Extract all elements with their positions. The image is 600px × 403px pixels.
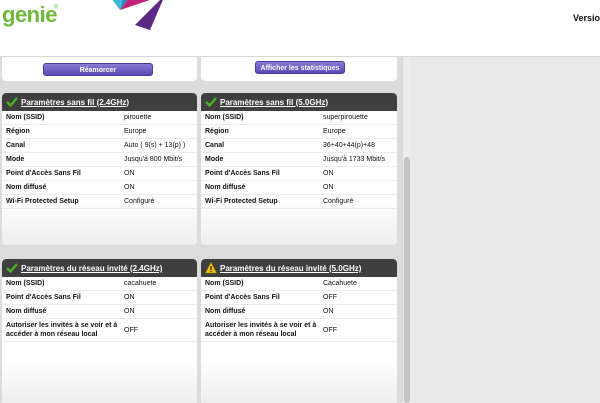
row-value: cacahuete bbox=[124, 280, 157, 287]
row-label: Point d'Accès Sans Fil bbox=[6, 294, 81, 301]
check-icon bbox=[205, 97, 217, 108]
wifi-24-card: Paramètres sans fil (2.4GHz) Nom (SSID) p… bbox=[2, 93, 197, 245]
row-value: superpirouette bbox=[323, 114, 368, 121]
row-label: Nom (SSID) bbox=[6, 280, 45, 287]
row-label: Région bbox=[6, 128, 30, 135]
row-label: Canal bbox=[205, 142, 225, 149]
table-row: Autoriser les invités à se voir et à acc… bbox=[2, 319, 197, 342]
row-label: Point d'Accès Sans Fil bbox=[205, 294, 280, 301]
row-value: Configuré bbox=[323, 198, 354, 205]
table-row: Canal 36+40+44(p)+48 bbox=[201, 139, 397, 153]
row-value: Jusqu'à 800 Mbit/s bbox=[124, 156, 183, 163]
guest-50-title[interactable]: Paramètres du réseau invité (5.0GHz) bbox=[220, 264, 361, 273]
row-value: OFF bbox=[323, 327, 337, 334]
row-label: Nom diffusé bbox=[205, 184, 246, 191]
rearm-button[interactable]: Réamorcer bbox=[43, 63, 153, 76]
row-value: 36+40+44(p)+48 bbox=[323, 142, 375, 149]
table-row: Point d'Accès Sans Fil ON bbox=[2, 167, 197, 181]
row-label: Mode bbox=[6, 156, 25, 163]
wifi-24-title[interactable]: Paramètres sans fil (2.4GHz) bbox=[21, 98, 129, 107]
row-value: OFF bbox=[124, 327, 138, 334]
wifi-50-card-header: Paramètres sans fil (5.0GHz) bbox=[201, 93, 397, 111]
row-value: ON bbox=[323, 308, 334, 315]
table-row: Région Europe bbox=[2, 125, 197, 139]
row-value: Jusqu'à 1733 Mbit/s bbox=[323, 156, 386, 163]
row-label: Wi-Fi Protected Setup bbox=[205, 198, 278, 205]
row-value: Europe bbox=[323, 128, 346, 135]
table-row: Nom diffusé ON bbox=[201, 181, 397, 195]
row-label: Autoriser les invités à se voir et à acc… bbox=[205, 322, 317, 338]
top-header: genie ® Versio bbox=[0, 0, 600, 57]
row-value: ON bbox=[124, 184, 135, 191]
row-value: ON bbox=[124, 170, 135, 177]
table-row: Nom (SSID) cacahuete bbox=[2, 277, 197, 291]
row-value: ON bbox=[124, 294, 135, 301]
table-row: Point d'Accès Sans Fil ON bbox=[201, 167, 397, 181]
table-row: Région Europe bbox=[201, 125, 397, 139]
scrollbar-thumb[interactable] bbox=[404, 157, 410, 403]
row-label: Nom (SSID) bbox=[205, 280, 244, 287]
row-label: Nom (SSID) bbox=[205, 114, 244, 121]
wifi-50-title[interactable]: Paramètres sans fil (5.0GHz) bbox=[220, 98, 328, 107]
row-label: Autoriser les invités à se voir et à acc… bbox=[6, 322, 118, 338]
right-empty-area bbox=[410, 57, 600, 403]
vertical-scrollbar[interactable] bbox=[402, 57, 410, 403]
logo-shapes-icon bbox=[112, 0, 163, 30]
show-stats-button[interactable]: Afficher les statistiques bbox=[255, 61, 345, 74]
row-value: Configuré bbox=[124, 198, 155, 205]
logo-registered-mark: ® bbox=[54, 5, 59, 11]
warning-icon bbox=[205, 262, 217, 274]
guest-24-card-header: Paramètres du réseau invité (2.4GHz) bbox=[2, 259, 197, 277]
row-label: Mode bbox=[205, 156, 224, 163]
guest-50-card: Paramètres du réseau invité (5.0GHz) Nom… bbox=[201, 259, 397, 403]
check-icon bbox=[6, 97, 18, 108]
genie-logo: genie bbox=[2, 2, 57, 27]
table-row: Autoriser les invités à se voir et à acc… bbox=[201, 319, 397, 342]
row-value: ON bbox=[323, 170, 334, 177]
row-value: pirouette bbox=[124, 114, 152, 121]
top-box-right: Afficher les statistiques bbox=[201, 57, 397, 81]
row-label: Canal bbox=[6, 142, 26, 149]
wifi-50-card: Paramètres sans fil (5.0GHz) Nom (SSID) s… bbox=[201, 93, 397, 245]
row-value: ON bbox=[323, 184, 334, 191]
row-label: Nom diffusé bbox=[6, 184, 47, 191]
row-value: OFF bbox=[323, 294, 337, 301]
table-row: Nom diffusé ON bbox=[2, 181, 197, 195]
table-row: Canal Auto ( 9(s) + 13(p) ) bbox=[2, 139, 197, 153]
version-label: Versio bbox=[572, 13, 600, 23]
guest-24-card: Paramètres du réseau invité (2.4GHz) Nom… bbox=[2, 259, 197, 403]
row-value: ON bbox=[124, 308, 135, 315]
table-row: Mode Jusqu'à 800 Mbit/s bbox=[2, 153, 197, 167]
row-label: Région bbox=[205, 128, 229, 135]
table-row: Wi-Fi Protected Setup Configuré bbox=[201, 195, 397, 209]
table-row: Nom diffusé ON bbox=[201, 305, 397, 319]
row-value: Auto ( 9(s) + 13(p) ) bbox=[124, 142, 186, 149]
row-value: Europe bbox=[124, 128, 147, 135]
table-row: Wi-Fi Protected Setup Configuré bbox=[2, 195, 197, 209]
table-row: Nom diffusé ON bbox=[2, 305, 197, 319]
wifi-24-card-header: Paramètres sans fil (2.4GHz) bbox=[2, 93, 197, 111]
table-row: Mode Jusqu'à 1733 Mbit/s bbox=[201, 153, 397, 167]
row-label: Point d'Accès Sans Fil bbox=[205, 170, 280, 177]
top-box-left: Réamorcer bbox=[2, 57, 197, 81]
check-icon bbox=[6, 263, 18, 274]
table-row: Nom (SSID) superpirouette bbox=[201, 111, 397, 125]
table-row: Nom (SSID) Cacahuete bbox=[201, 277, 397, 291]
guest-24-title[interactable]: Paramètres du réseau invité (2.4GHz) bbox=[21, 264, 162, 273]
table-row: Point d'Accès Sans Fil ON bbox=[2, 291, 197, 305]
row-label: Point d'Accès Sans Fil bbox=[6, 170, 81, 177]
table-row: Nom (SSID) pirouette bbox=[2, 111, 197, 125]
row-label: Nom diffusé bbox=[6, 308, 47, 315]
row-label: Nom (SSID) bbox=[6, 114, 45, 121]
row-value: Cacahuete bbox=[323, 280, 357, 287]
row-label: Nom diffusé bbox=[205, 308, 246, 315]
table-row: Point d'Accès Sans Fil OFF bbox=[201, 291, 397, 305]
guest-50-card-header: Paramètres du réseau invité (5.0GHz) bbox=[201, 259, 397, 277]
row-label: Wi-Fi Protected Setup bbox=[6, 198, 79, 205]
